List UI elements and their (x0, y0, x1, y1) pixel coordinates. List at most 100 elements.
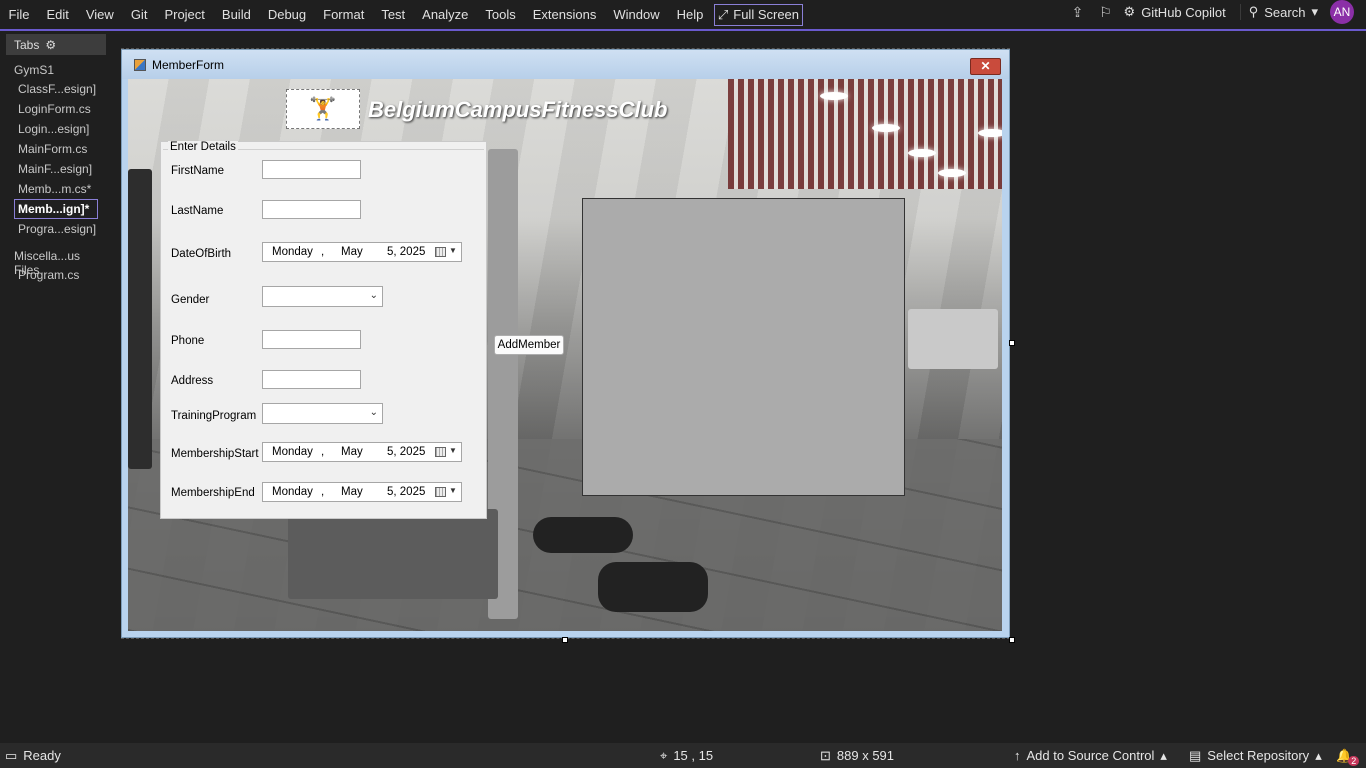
dp-day: Monday (272, 246, 313, 258)
dob-label: DateOfBirth (171, 248, 232, 260)
menu-window[interactable]: Window (605, 4, 668, 26)
tabs-header[interactable]: Tabs ⚙ (6, 34, 106, 55)
chevron-down-icon[interactable]: ▼ (449, 486, 457, 495)
address-input[interactable] (262, 370, 361, 389)
resize-handle-right[interactable] (1009, 340, 1015, 346)
arrow-up-icon: ↑ (1014, 748, 1021, 763)
tab-file[interactable]: MainF...esign] (18, 159, 106, 179)
tabs-header-label: Tabs (14, 37, 40, 52)
tab-group-gyms1: GymS1 (14, 63, 55, 77)
form-title: MemberForm (152, 57, 225, 72)
tab-file[interactable]: LoginForm.cs (18, 99, 106, 119)
ceiling-light (978, 129, 1002, 137)
mstart-datepicker[interactable]: Monday , May 5, 2025 ▼ (262, 442, 462, 462)
add-to-source-control-button[interactable]: ↑ Add to Source Control ▴ (1014, 743, 1167, 768)
search-label: Search (1264, 4, 1306, 20)
copilot-label: GitHub Copilot (1141, 4, 1226, 20)
select-repository-button[interactable]: ▤ Select Repository ▴ (1189, 743, 1322, 768)
gym-machine (128, 169, 152, 469)
resize-handle-corner[interactable] (1009, 637, 1015, 643)
menu-project[interactable]: Project (156, 4, 213, 26)
groupbox-title: Enter Details (168, 141, 238, 153)
size-icon: ⊡ (820, 747, 831, 763)
phone-label: Phone (171, 335, 205, 347)
menu-help[interactable]: Help (668, 4, 712, 26)
menu-test[interactable]: Test (373, 4, 414, 26)
repository-label: Select Repository (1207, 748, 1310, 763)
notifications-button[interactable]: 🔔 2 (1336, 743, 1360, 768)
menu-analyze[interactable]: Analyze (414, 4, 477, 26)
position-icon: ⌖ (660, 747, 668, 763)
fullscreen-button[interactable]: ⤢ Full Screen (713, 3, 804, 26)
search-icon: ⚲ (1248, 4, 1259, 19)
tab-file[interactable]: MainForm.cs (18, 139, 106, 159)
chevron-down-icon[interactable]: ▼ (449, 246, 457, 255)
calendar-icon[interactable] (435, 447, 446, 457)
menu-tools[interactable]: Tools (477, 4, 524, 26)
ceiling-light (938, 169, 966, 177)
chevron-down-icon[interactable]: ▼ (449, 446, 457, 455)
dp-month: May (341, 486, 363, 498)
member-form-window[interactable]: MemberForm ✕ 🏋 BelgiumCampusFitnessClub … (121, 49, 1010, 638)
feedback-icon[interactable]: ⚐ (1092, 4, 1120, 21)
tab-file[interactable]: ClassF...esign] (18, 79, 106, 99)
status-icon: ▭ (5, 747, 18, 763)
menu-debug[interactable]: Debug (259, 4, 314, 26)
dp-date: 5, 2025 (387, 446, 426, 458)
tab-file[interactable]: Program.cs (18, 265, 106, 285)
menu-format[interactable]: Format (315, 4, 373, 26)
training-combobox[interactable]: ⌄ (262, 403, 383, 424)
dp-month: May (341, 246, 363, 258)
ceiling-light (820, 92, 848, 100)
notification-count: 2 (1348, 755, 1360, 766)
gym-machine (288, 509, 498, 599)
member-display-panel[interactable] (582, 198, 905, 496)
dp-date: 5, 2025 (387, 486, 426, 498)
form-titlebar[interactable]: MemberForm ✕ (122, 50, 1009, 79)
menu-git[interactable]: Git (122, 4, 156, 26)
menu-edit[interactable]: Edit (38, 4, 77, 26)
add-member-button[interactable]: AddMember (494, 335, 564, 355)
status-position: ⌖ 15 , 15 (660, 743, 713, 768)
tab-file[interactable]: Login...esign] (18, 119, 106, 139)
gender-combobox[interactable]: ⌄ (262, 286, 383, 307)
dp-comma: , (321, 486, 325, 498)
dp-comma: , (321, 246, 325, 258)
menu-extensions[interactable]: Extensions (524, 4, 605, 26)
tab-group-misc: Miscella...us Files (14, 249, 81, 277)
tab-file[interactable]: Progra...esign] (18, 219, 106, 239)
gear-icon[interactable]: ⚙ (45, 38, 56, 52)
gender-label: Gender (171, 294, 210, 306)
chevron-down-icon[interactable]: ⌄ (370, 407, 378, 418)
close-button[interactable]: ✕ (970, 58, 1001, 75)
share-icon[interactable]: ⇪ (1064, 4, 1092, 21)
status-size: ⊡ 889 x 591 (820, 743, 894, 768)
calendar-icon[interactable] (435, 487, 446, 497)
search-button[interactable]: ⚲ Search ▾ (1239, 4, 1326, 20)
menubar-right: ⇪ ⚐ ⚙ GitHub Copilot ⚲ Search ▾ AN (1064, 0, 1366, 24)
phone-input[interactable] (262, 330, 361, 349)
form-client-area: 🏋 BelgiumCampusFitnessClub Enter Details… (128, 79, 1002, 631)
status-bar: ▭ Ready ⌖ 15 , 15 ⊡ 889 x 591 ↑ Add to S… (0, 743, 1366, 768)
avatar[interactable]: AN (1330, 0, 1354, 24)
menu-build[interactable]: Build (213, 4, 259, 26)
calendar-icon[interactable] (435, 247, 446, 257)
menu-bar: File Edit View Git Project Build Debug F… (0, 0, 1366, 31)
mend-label: MembershipEnd (171, 487, 255, 499)
firstname-input[interactable] (262, 160, 361, 179)
lastname-input[interactable] (262, 200, 361, 219)
app-title: BelgiumCampusFitnessClub (368, 97, 668, 122)
tab-file[interactable]: Memb...m.cs* (18, 179, 106, 199)
menu-view[interactable]: View (77, 4, 122, 26)
mend-datepicker[interactable]: Monday , May 5, 2025 ▼ (262, 482, 462, 502)
logo-image[interactable]: 🏋 (286, 89, 360, 129)
chevron-down-icon[interactable]: ⌄ (370, 290, 378, 301)
dp-day: Monday (272, 486, 313, 498)
copilot-button[interactable]: ⚙ GitHub Copilot (1120, 4, 1236, 20)
resize-handle-bottom[interactable] (562, 637, 568, 643)
status-position-label: 15 , 15 (673, 748, 714, 763)
menu-file[interactable]: File (0, 4, 38, 26)
dp-month: May (341, 446, 363, 458)
dob-datepicker[interactable]: Monday , May 5, 2025 ▼ (262, 242, 462, 262)
tab-file-active[interactable]: Memb...ign]* (14, 199, 98, 219)
